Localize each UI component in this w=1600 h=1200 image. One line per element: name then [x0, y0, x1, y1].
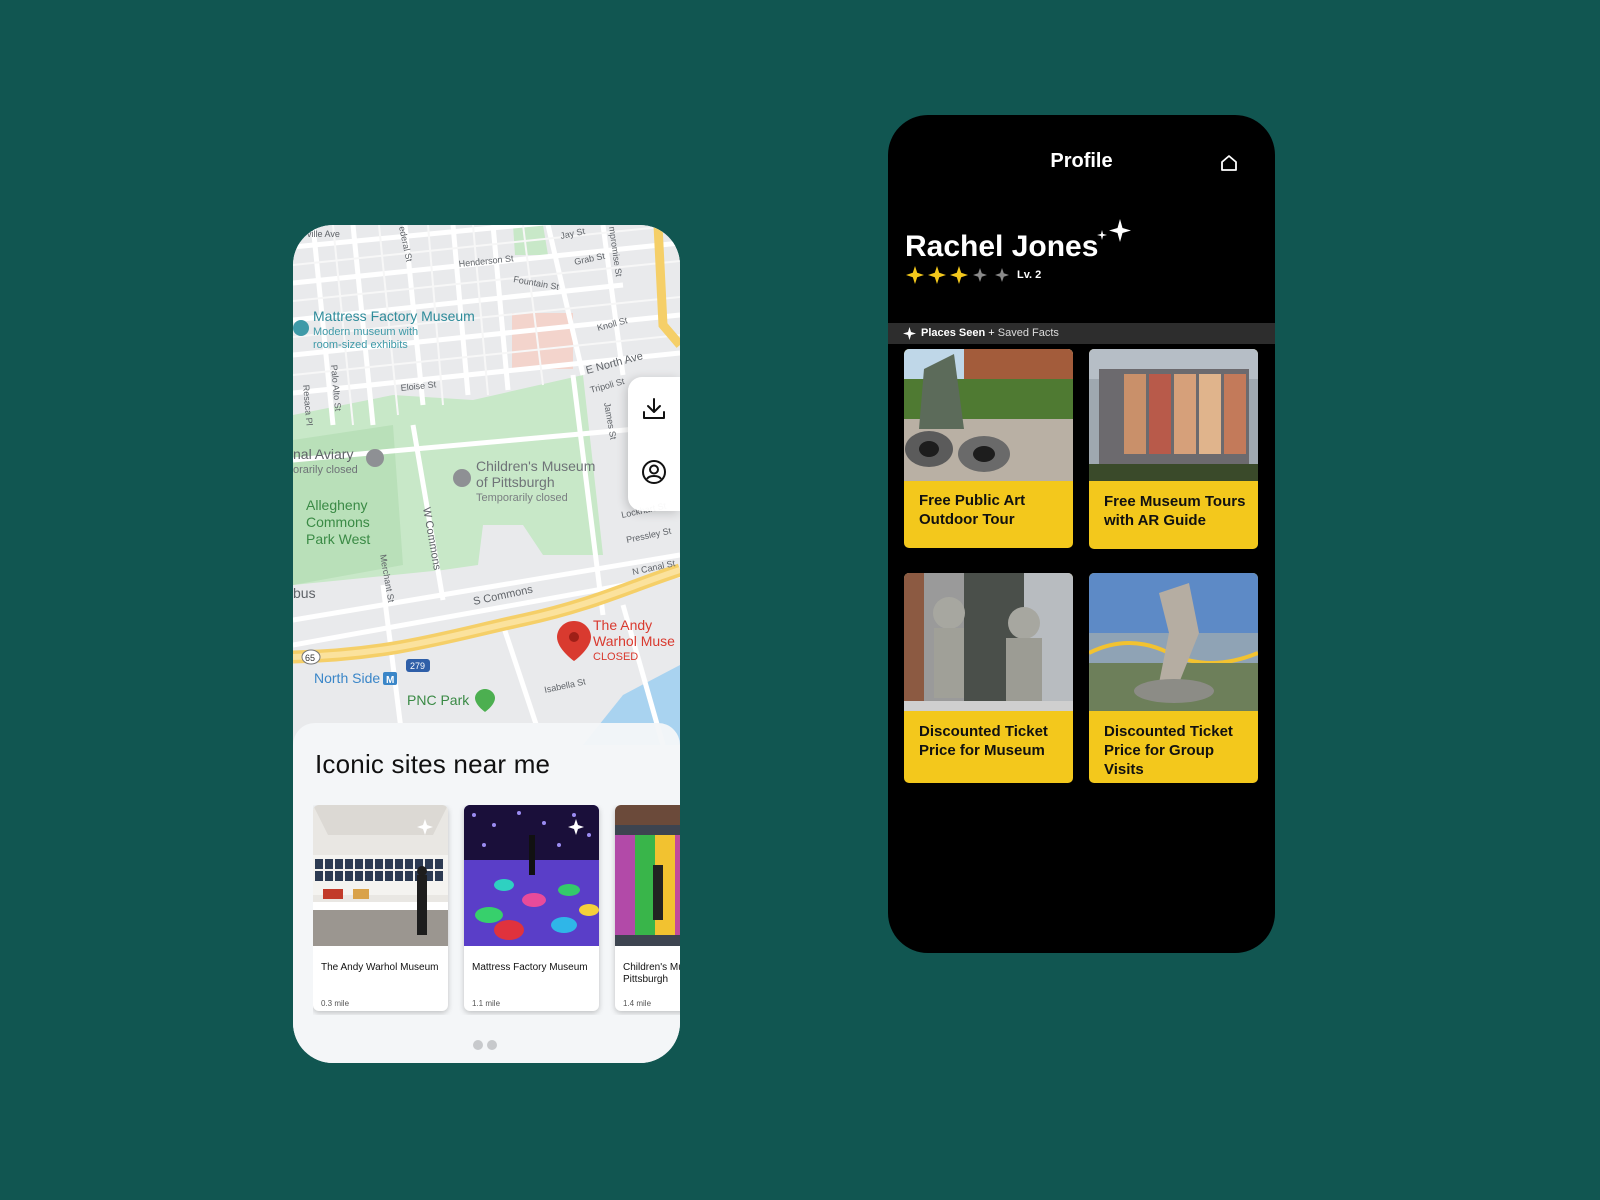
carousel-pagination[interactable] — [473, 1037, 501, 1055]
reward-title: Free Museum Tours with AR Guide — [1104, 493, 1246, 529]
nearby-sites-sheet[interactable]: Iconic sites near me The Andy Warhol Mus… — [293, 723, 680, 1063]
profile-button[interactable] — [640, 458, 668, 486]
reward-title: Discounted Ticket Price for Museum — [919, 723, 1048, 759]
site-distance: 0.3 mile — [321, 999, 350, 1008]
svg-text:Commons: Commons — [306, 514, 370, 530]
allegheny-commons-label: Allegheny Commons Park West — [306, 497, 370, 547]
route-shield-65: 65 — [301, 649, 321, 665]
bus-label: bus — [293, 585, 316, 601]
map-view[interactable]: ville Ave ederal St Jay St mpromise St H… — [293, 225, 680, 745]
svg-text:Children's Museum: Children's Museum — [476, 458, 595, 474]
map-side-toolbar — [628, 377, 680, 511]
site-photo — [313, 805, 448, 946]
user-circle-icon — [642, 460, 666, 484]
svg-text:65: 65 — [305, 653, 315, 663]
home-icon — [1221, 155, 1237, 171]
home-button[interactable] — [1219, 153, 1239, 173]
site-distance: 1.1 mile — [472, 999, 501, 1008]
star-filled-icon — [950, 266, 968, 284]
sheet-title: Iconic sites near me — [315, 749, 551, 779]
site-name: Children's Museum of Pittsburgh — [623, 962, 680, 985]
reward-tile[interactable]: Free Museum Tours with AR Guide — [1089, 349, 1258, 549]
star-filled-icon — [906, 266, 924, 284]
svg-text:Temporarily closed: Temporarily closed — [476, 492, 568, 504]
site-card[interactable]: Mattress Factory Museum 1.1 mile — [464, 805, 599, 1011]
download-icon — [643, 398, 665, 419]
reward-title: Discounted Ticket Price for Group Visits — [1104, 723, 1233, 778]
site-distance: 1.4 mile — [623, 999, 652, 1008]
reward-title: Free Public Art Outdoor Tour — [919, 492, 1026, 528]
rating-stars — [905, 265, 1015, 285]
museum-icon — [293, 320, 309, 336]
svg-text:nal Aviary: nal Aviary — [293, 446, 353, 462]
site-photo — [464, 805, 599, 946]
svg-text:279: 279 — [410, 661, 425, 671]
svg-text:CLOSED: CLOSED — [593, 651, 638, 663]
svg-text:Modern museum with: Modern museum with — [313, 326, 418, 338]
reward-tile[interactable]: Discounted Ticket Price for Group Visits — [1089, 573, 1258, 783]
reward-tile[interactable]: Free Public Art Outdoor Tour — [904, 349, 1073, 548]
star-empty-icon — [995, 268, 1009, 282]
site-card[interactable]: The Andy Warhol Museum 0.3 mile — [313, 805, 448, 1011]
reward-photo — [904, 349, 1073, 481]
paw-icon — [366, 449, 384, 467]
page-dot[interactable] — [473, 1040, 483, 1050]
reward-tile[interactable]: Discounted Ticket Price for Museum — [904, 573, 1073, 783]
page-title: Profile — [1050, 150, 1113, 172]
star-empty-icon — [973, 268, 987, 282]
svg-text:M: M — [386, 675, 394, 686]
user-level: Lv. 2 — [1017, 269, 1042, 281]
svg-text:Mattress Factory Museum: Mattress Factory Museum — [313, 308, 475, 324]
museum-icon — [453, 469, 471, 487]
svg-text:Park West: Park West — [306, 531, 370, 547]
site-name: Mattress Factory Museum — [472, 962, 588, 973]
svg-text:room-sized exhibits: room-sized exhibits — [313, 339, 408, 351]
profile-tabs: Places Seen + Saved Facts — [888, 323, 1275, 344]
site-card[interactable]: Children's Museum of Pittsburgh 1.4 mile — [615, 805, 680, 1011]
tab-separator: + — [988, 327, 995, 339]
svg-text:North Side: North Side — [314, 670, 380, 686]
star-filled-icon — [928, 266, 946, 284]
user-name: Rachel Jones — [905, 230, 1099, 263]
sparkle-icon — [903, 327, 916, 340]
svg-text:PNC Park: PNC Park — [407, 692, 470, 708]
sparkle-icon — [1097, 219, 1131, 242]
building-block — [512, 313, 573, 369]
tab-saved-facts[interactable]: Saved Facts — [998, 327, 1059, 339]
poi-north-side-station[interactable]: North Side M — [314, 670, 397, 686]
reward-photo — [1089, 349, 1258, 481]
svg-text:of Pittsburgh: of Pittsburgh — [476, 474, 555, 490]
profile-phone-screen: Profile Rachel Jones Lv. 2 Places Seen +… — [888, 115, 1275, 953]
site-card-carousel[interactable]: The Andy Warhol Museum 0.3 mile Mattress… — [313, 805, 680, 1015]
svg-text:The Andy: The Andy — [593, 617, 652, 633]
svg-text:Allegheny: Allegheny — [306, 497, 368, 513]
map-phone-screen: ville Ave ederal St Jay St mpromise St H… — [293, 225, 680, 1063]
reward-photo — [904, 573, 1073, 711]
reward-photo — [1089, 573, 1258, 711]
page-dot[interactable] — [487, 1040, 497, 1050]
site-name: The Andy Warhol Museum — [321, 962, 439, 973]
svg-text:Warhol Muse: Warhol Muse — [593, 633, 675, 649]
route-shield-279: 279 — [406, 659, 430, 672]
street-label: ville Ave — [307, 229, 340, 239]
tab-places-seen[interactable]: Places Seen — [921, 327, 985, 339]
download-button[interactable] — [640, 395, 668, 423]
site-photo — [615, 805, 680, 946]
svg-text:orarily closed: orarily closed — [293, 464, 358, 476]
